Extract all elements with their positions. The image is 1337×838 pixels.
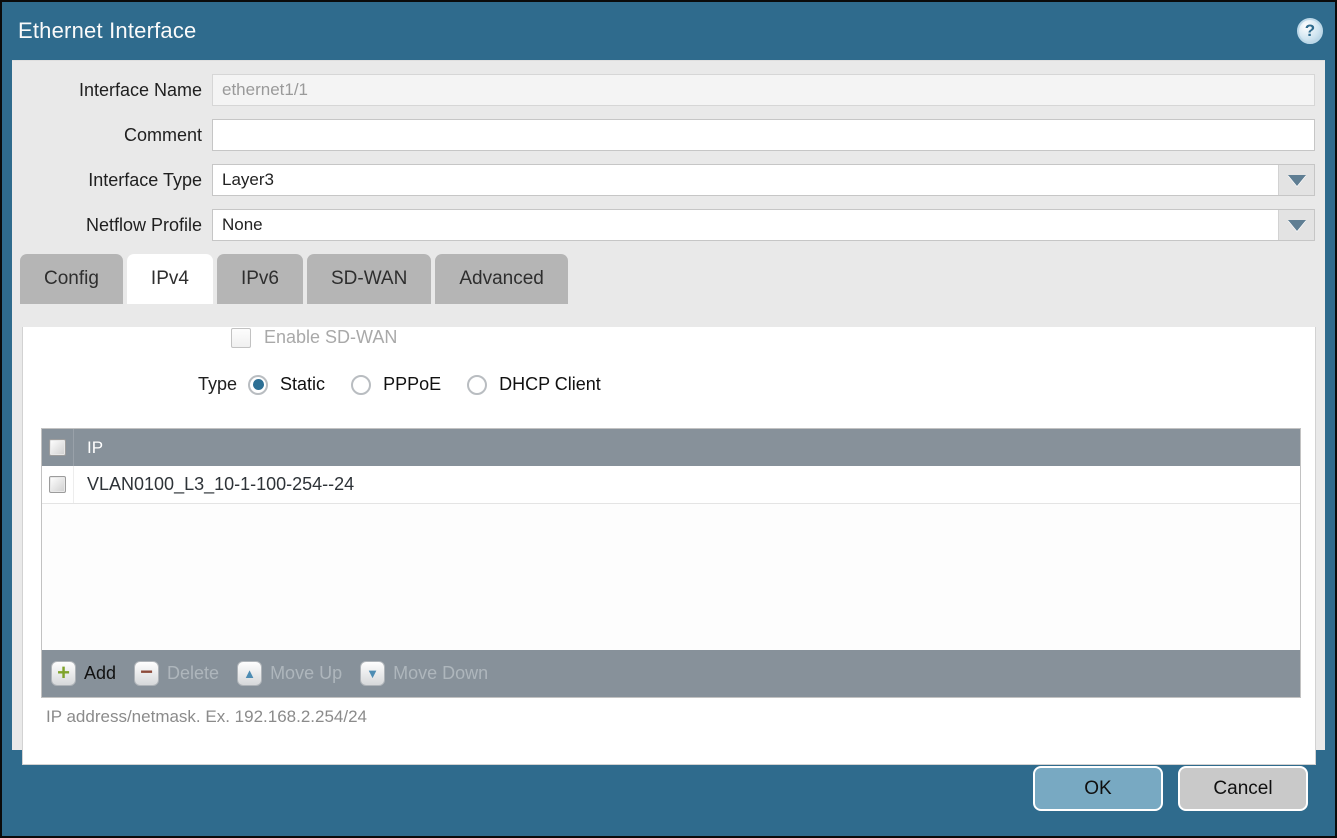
ip-format-hint: IP address/netmask. Ex. 192.168.2.254/24 bbox=[46, 707, 1315, 727]
dialog-body: Interface Name Comment Interface Type bbox=[12, 60, 1325, 750]
comment-label: Comment bbox=[12, 125, 212, 146]
radio-dhcp-client[interactable] bbox=[467, 375, 487, 395]
move-up-button-label: Move Up bbox=[270, 663, 342, 684]
form-row-comment: Comment bbox=[12, 119, 1315, 151]
enable-sdwan-checkbox bbox=[231, 328, 251, 348]
interface-type-label: Interface Type bbox=[12, 170, 212, 191]
row-checkbox-cell bbox=[42, 466, 74, 503]
ip-table: IP VLAN0100_L3_10-1-100-254--24 + Add bbox=[41, 428, 1301, 698]
plus-icon: + bbox=[51, 661, 76, 686]
ok-button[interactable]: OK bbox=[1033, 766, 1163, 811]
dialog-title: Ethernet Interface bbox=[18, 18, 196, 44]
delete-button: − Delete bbox=[134, 661, 219, 686]
table-empty-area bbox=[42, 504, 1300, 650]
move-down-button: ▼ Move Down bbox=[360, 661, 488, 686]
interface-type-dropdown-button[interactable] bbox=[1278, 165, 1314, 195]
chevron-down-icon bbox=[1288, 175, 1306, 186]
form-row-interface-name: Interface Name bbox=[12, 74, 1315, 106]
tab-ipv6[interactable]: IPv6 bbox=[217, 254, 303, 304]
add-button-label: Add bbox=[84, 663, 116, 684]
add-button[interactable]: + Add bbox=[51, 661, 116, 686]
arrow-up-icon: ▲ bbox=[237, 661, 262, 686]
type-label: Type bbox=[198, 374, 237, 395]
interface-name-field bbox=[212, 74, 1315, 106]
interface-form: Interface Name Comment Interface Type bbox=[12, 61, 1325, 241]
ip-table-header: IP bbox=[42, 429, 1300, 466]
interface-name-input bbox=[213, 75, 1314, 105]
radio-pppoe[interactable] bbox=[351, 375, 371, 395]
radio-static-label[interactable]: Static bbox=[280, 374, 325, 395]
netflow-profile-dropdown[interactable] bbox=[212, 209, 1315, 241]
form-row-netflow-profile: Netflow Profile bbox=[12, 209, 1315, 241]
netflow-profile-dropdown-button[interactable] bbox=[1278, 210, 1314, 240]
interface-type-dropdown[interactable] bbox=[212, 164, 1315, 196]
comment-input[interactable] bbox=[213, 120, 1314, 150]
ip-column-header: IP bbox=[74, 438, 103, 458]
radio-pppoe-label[interactable]: PPPoE bbox=[383, 374, 441, 395]
move-up-button: ▲ Move Up bbox=[237, 661, 342, 686]
ethernet-interface-dialog: Ethernet Interface ? Interface Name Comm… bbox=[0, 0, 1337, 838]
row-checkbox[interactable] bbox=[49, 476, 66, 493]
interface-type-value[interactable] bbox=[213, 165, 1278, 195]
chevron-down-icon bbox=[1288, 220, 1306, 231]
select-all-checkbox[interactable] bbox=[49, 439, 66, 456]
form-row-interface-type: Interface Type bbox=[12, 164, 1315, 196]
tab-ipv4[interactable]: IPv4 bbox=[127, 254, 213, 304]
ipv4-tab-panel: Enable SD-WAN Type Static PPPoE DHCP Cli… bbox=[22, 327, 1316, 765]
radio-dhcp-client-label[interactable]: DHCP Client bbox=[499, 374, 601, 395]
enable-sdwan-row: Enable SD-WAN bbox=[231, 327, 1315, 348]
table-toolbar: + Add − Delete ▲ Move Up ▼ Move Down bbox=[42, 650, 1300, 697]
select-all-cell bbox=[42, 429, 74, 466]
arrow-down-icon: ▼ bbox=[360, 661, 385, 686]
enable-sdwan-label: Enable SD-WAN bbox=[264, 327, 397, 348]
radio-static[interactable] bbox=[248, 375, 268, 395]
interface-name-label: Interface Name bbox=[12, 80, 212, 101]
comment-field bbox=[212, 119, 1315, 151]
move-down-button-label: Move Down bbox=[393, 663, 488, 684]
help-icon[interactable]: ? bbox=[1297, 18, 1323, 44]
table-row[interactable]: VLAN0100_L3_10-1-100-254--24 bbox=[42, 466, 1300, 504]
netflow-profile-value[interactable] bbox=[213, 210, 1278, 240]
address-type-row: Type Static PPPoE DHCP Client bbox=[198, 374, 1315, 395]
tab-sdwan[interactable]: SD-WAN bbox=[307, 254, 431, 304]
tab-config[interactable]: Config bbox=[20, 254, 123, 304]
tab-bar: Config IPv4 IPv6 SD-WAN Advanced bbox=[12, 254, 1325, 304]
dialog-titlebar: Ethernet Interface ? bbox=[2, 2, 1335, 60]
cancel-button[interactable]: Cancel bbox=[1178, 766, 1308, 811]
ip-cell[interactable]: VLAN0100_L3_10-1-100-254--24 bbox=[74, 474, 354, 495]
tab-advanced[interactable]: Advanced bbox=[435, 254, 568, 304]
delete-button-label: Delete bbox=[167, 663, 219, 684]
netflow-profile-label: Netflow Profile bbox=[12, 215, 212, 236]
minus-icon: − bbox=[134, 661, 159, 686]
